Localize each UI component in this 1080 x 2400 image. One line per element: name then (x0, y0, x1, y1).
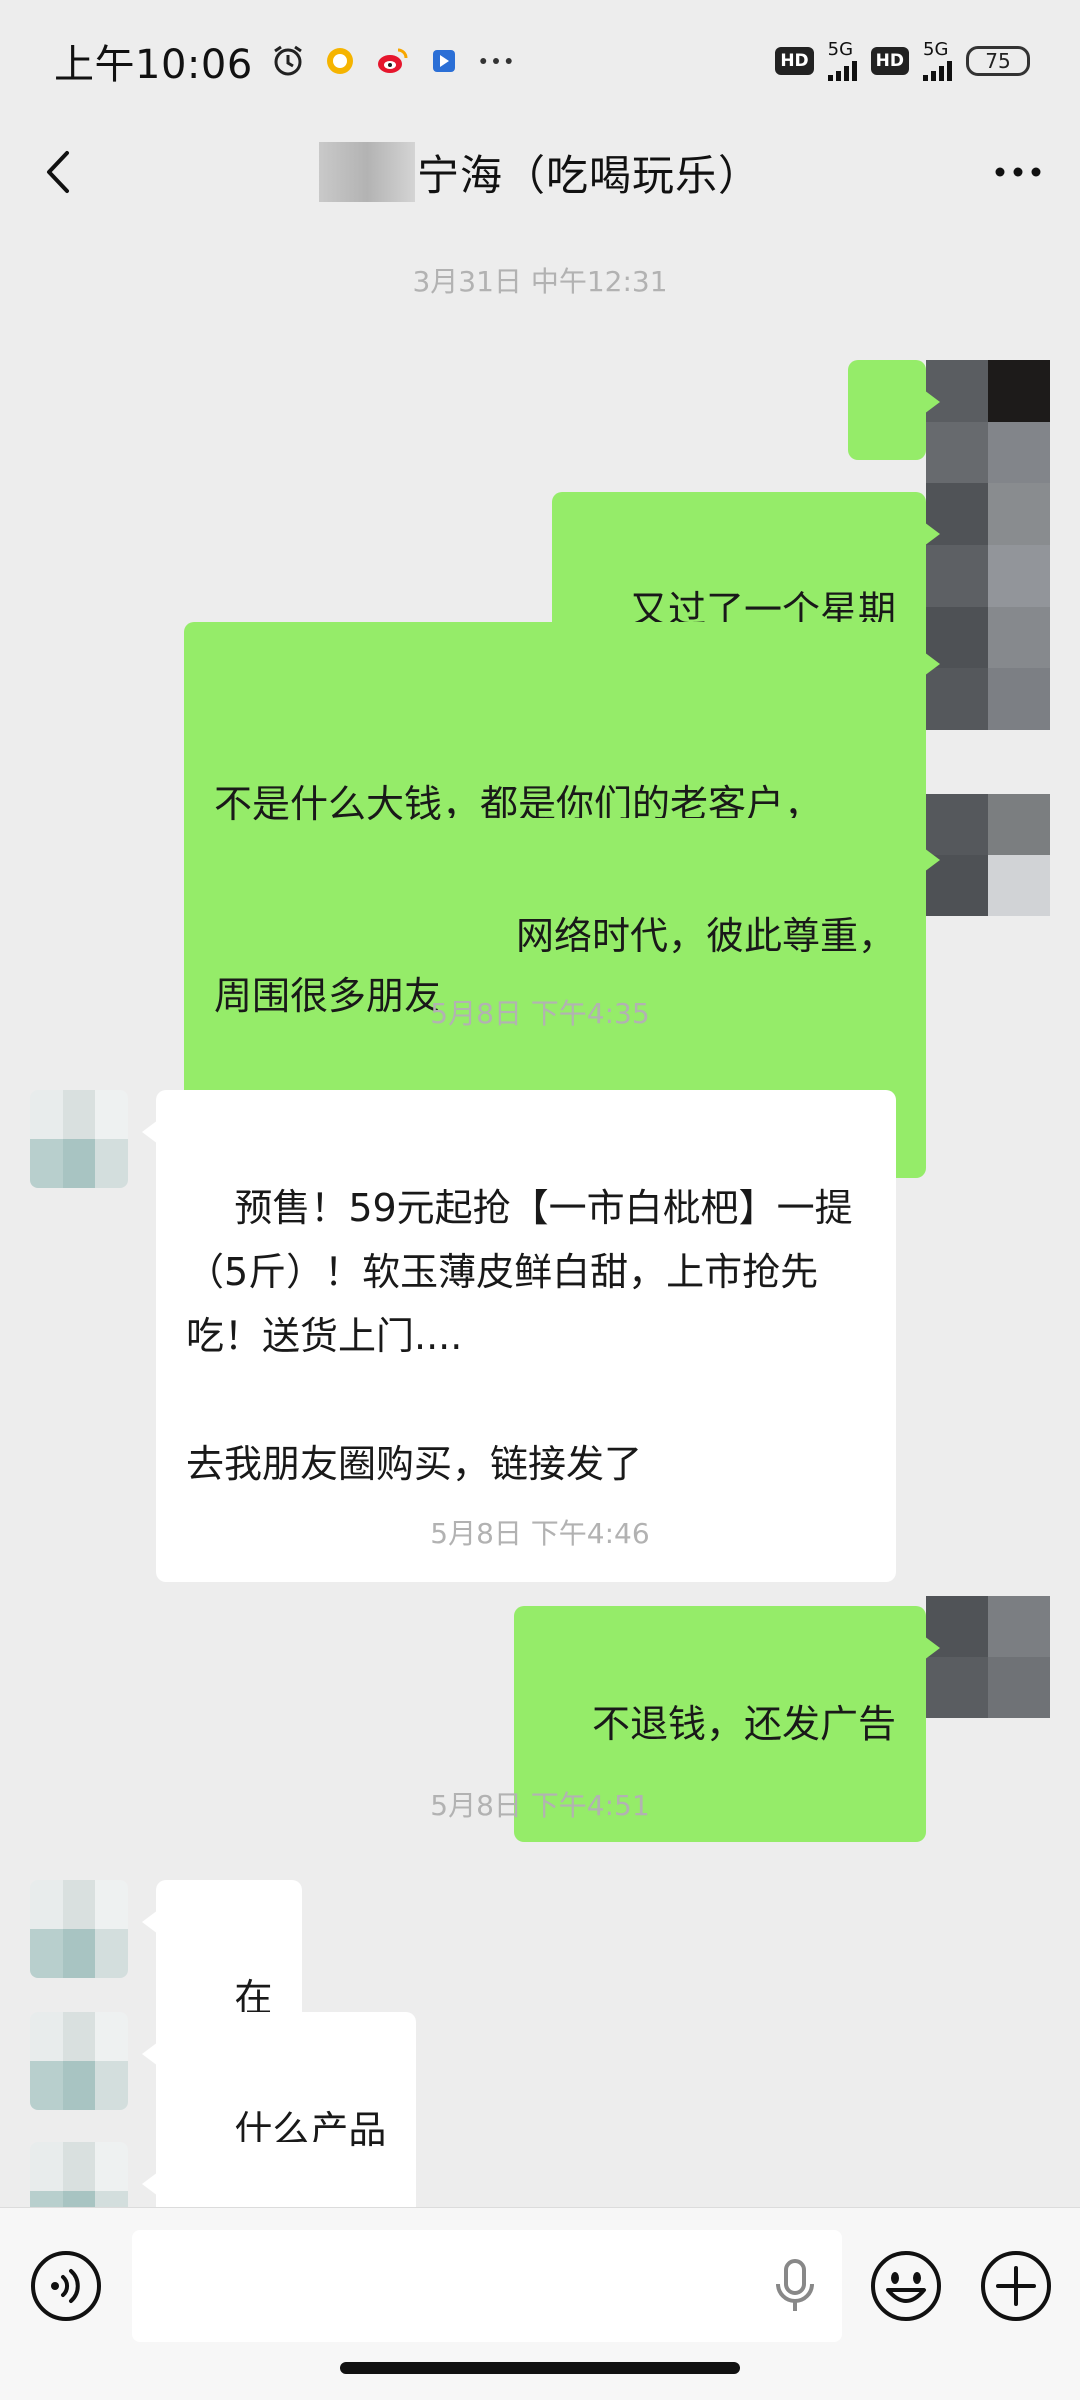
more-functions-button[interactable] (978, 2248, 1054, 2324)
message-text: 网络时代，彼此尊重， (515, 914, 896, 958)
contact-avatar[interactable] (30, 1090, 128, 1188)
message-text: 不退钱，还发广告 (591, 1702, 896, 1746)
app-notification-icon (427, 44, 461, 78)
hd-badge: HD (775, 47, 814, 75)
timestamp: 5月8日 下午4:51 (430, 1789, 650, 1822)
notification-app-icon (323, 44, 357, 78)
message-bubble-incoming[interactable]: 没退 (141, 2142, 341, 2207)
timestamp: 5月8日 下午4:46 (430, 1517, 650, 1550)
more-button[interactable] (988, 144, 1048, 200)
chat-title: 宁海（吃喝玩乐） (416, 150, 761, 200)
status-bar: 上午10:06 HD 5G HD 5G 75 (0, 0, 1080, 122)
signal-2-label: 5G (923, 39, 949, 60)
signal-1: 5G (827, 39, 857, 81)
message-list[interactable]: 3月31日 中午12:31 ？ 又过了一个星期 不是什么大钱，都是你们的老客户，… (0, 222, 1080, 2207)
plus-icon (981, 2251, 1051, 2321)
chat-header: 宁海（吃喝玩乐） (0, 122, 1080, 222)
alarm-icon (271, 44, 305, 78)
contact-avatar[interactable] (30, 2012, 128, 2110)
message-input[interactable] (132, 2230, 842, 2342)
contact-avatar[interactable] (30, 1880, 128, 1978)
microphone-icon (776, 2259, 814, 2311)
more-notifications-icon (479, 44, 513, 78)
battery-indicator: 75 (966, 46, 1030, 76)
contact-avatar[interactable] (30, 2142, 128, 2207)
voice-button[interactable] (28, 2248, 104, 2324)
message-bubble-incoming[interactable]: 预售！59元起抢【一市白枇杷】一提 （5斤）！软玉薄皮鲜白甜，上市抢先 吃！送货… (142, 1090, 896, 1582)
own-avatar[interactable] (926, 360, 1050, 730)
own-avatar[interactable] (926, 794, 1050, 916)
timestamp: 5月8日 下午4:35 (430, 997, 650, 1030)
timestamp: 3月31日 中午12:31 (412, 265, 668, 298)
blurred-title-prefix (318, 142, 415, 202)
more-dots-icon (995, 167, 1041, 177)
signal-bars-icon (923, 59, 952, 81)
status-time: 上午10:06 (54, 42, 253, 88)
voice-icon (31, 2251, 101, 2321)
own-avatar[interactable] (926, 1596, 1050, 1718)
home-indicator[interactable] (340, 2362, 740, 2374)
weibo-icon (375, 44, 409, 78)
emoji-icon (871, 2251, 941, 2321)
signal-1-label: 5G (827, 39, 854, 60)
signal-bars-icon (827, 59, 857, 81)
hd-badge-2: HD (870, 47, 909, 75)
message-text: 预售！59元起抢【一市白枇杷】一提 （5斤）！软玉薄皮鲜白甜，上市抢先 吃！送货… (186, 1186, 853, 1486)
message-bubble-outgoing[interactable]: ？ (848, 360, 940, 564)
voice-input-button[interactable] (770, 2258, 820, 2314)
emoji-button[interactable] (868, 2248, 944, 2324)
signal-2: 5G (923, 41, 952, 81)
